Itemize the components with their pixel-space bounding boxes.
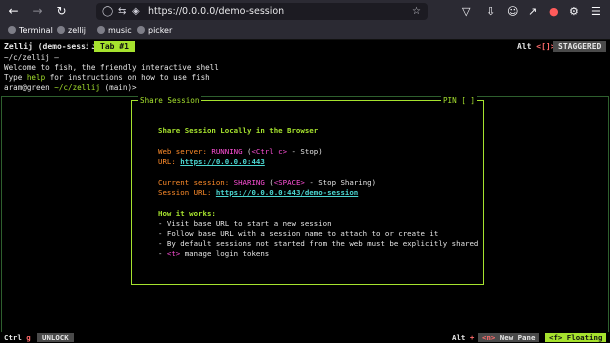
- bookmark-picker[interactable]: picker: [137, 26, 172, 36]
- tab-1[interactable]: Tab #1: [88, 41, 135, 52]
- shell-prompt: aram@green ~/c/zellij (main)>: [4, 83, 137, 92]
- shield-icon[interactable]: ◯: [102, 3, 113, 20]
- alt-hint: Alt <[]>: [517, 42, 556, 51]
- account-icon[interactable]: ☺: [507, 5, 518, 18]
- bookmark-music[interactable]: music: [97, 26, 132, 36]
- layout-mode-badge[interactable]: STAGGERED: [553, 41, 607, 52]
- how-item: - Follow base URL with a session name to…: [158, 229, 439, 238]
- reload-icon[interactable]: ↻: [55, 5, 68, 18]
- pocket-icon[interactable]: ▽: [462, 5, 470, 18]
- new-pane-hint[interactable]: <n> New Pane: [478, 333, 540, 342]
- extension-shield-icon[interactable]: ●: [549, 5, 559, 18]
- floating-toggle[interactable]: <f> Floating: [545, 333, 607, 342]
- globe-icon: [57, 26, 65, 34]
- bookmark-terminal[interactable]: Terminal: [8, 26, 53, 36]
- url-text[interactable]: https://0.0.0.0/demo-session: [148, 3, 284, 20]
- globe-icon: [8, 26, 16, 34]
- browser-toolbar: ← → ↻ ◯ ⇆ ◈ https://0.0.0.0/demo-session…: [0, 0, 610, 23]
- base-url-line: URL: https://0.0.0.0:443: [158, 157, 265, 166]
- bookmarks-bar: Terminal zellij music picker: [0, 23, 610, 40]
- ctrl-hint: Ctrl g: [4, 333, 31, 342]
- share-session-pane[interactable]: Share Session PIN [ ] Share Session Loca…: [131, 96, 484, 285]
- forward-icon[interactable]: →: [31, 5, 44, 18]
- globe-icon: [137, 26, 145, 34]
- globe-icon: [97, 26, 105, 34]
- unlock-mode[interactable]: UNLOCK: [37, 333, 74, 342]
- how-item: - Visit base URL to start a new session: [158, 219, 332, 228]
- current-session-line: Current session: SHARING (<SPACE> - Stop…: [158, 178, 377, 187]
- back-icon[interactable]: ←: [7, 5, 20, 18]
- session-url-line: Session URL: https://0.0.0.0:443/demo-se…: [158, 188, 359, 197]
- alt-hint: Alt +: [452, 333, 475, 342]
- how-item: - By default sessions not started from t…: [158, 239, 479, 248]
- terminal-line: Welcome to fish, the friendly interactiv…: [4, 63, 219, 72]
- share-session-title: Share Session: [138, 96, 202, 106]
- extensions-icon[interactable]: ⚙: [569, 5, 579, 18]
- lock-icon[interactable]: ◈: [132, 3, 140, 20]
- zellij-tab-bar: Zellij (demo-session) Tab #1 Alt <[]> ST…: [0, 40, 610, 53]
- menu-icon[interactable]: ☰: [591, 5, 601, 18]
- how-it-works-heading: How it works:: [158, 209, 216, 218]
- bookmark-zellij[interactable]: zellij: [57, 26, 86, 36]
- share-heading: Share Session Locally in the Browser: [158, 126, 319, 135]
- permissions-icon[interactable]: ⇆: [118, 3, 126, 20]
- web-server-line: Web server: RUNNING (<Ctrl c> - Stop): [158, 147, 323, 156]
- bookmark-star-icon[interactable]: ☆: [412, 3, 421, 20]
- base-url-link[interactable]: https://0.0.0.0:443: [180, 157, 265, 166]
- terminal-line: Type help for instructions on how to use…: [4, 73, 210, 82]
- pin-toggle[interactable]: PIN [ ]: [440, 96, 477, 106]
- pane-title: ~/c/zellij —: [4, 53, 59, 62]
- url-bar[interactable]: ◯ ⇆ ◈ https://0.0.0.0/demo-session ☆: [96, 3, 428, 20]
- how-item: - <t> manage login tokens: [158, 249, 270, 258]
- zellij-status-bar: Ctrl g UNLOCK Alt + <n> New Pane <f> Flo…: [0, 332, 610, 343]
- download-icon[interactable]: ⇩: [486, 5, 495, 18]
- session-url-link[interactable]: https://0.0.0.0:443/demo-session: [216, 188, 358, 197]
- share-icon[interactable]: ↗: [528, 5, 537, 18]
